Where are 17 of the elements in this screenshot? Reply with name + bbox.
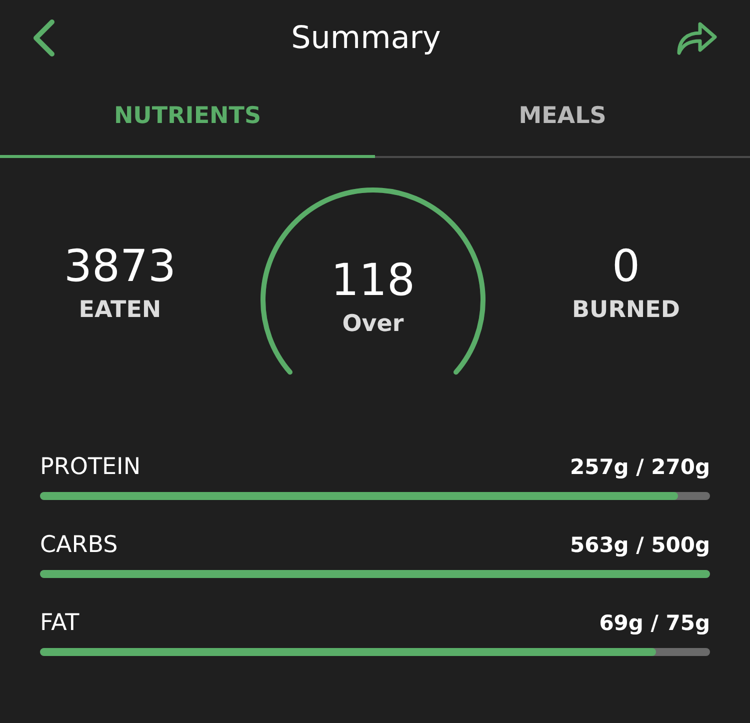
eaten-value: 3873	[64, 242, 176, 292]
screen-title: Summary	[291, 20, 441, 56]
macro-reading: 563g / 500g	[570, 533, 710, 557]
tab[interactable]: MEALS	[375, 76, 750, 158]
macro-name: CARBS	[40, 532, 118, 558]
back-icon[interactable]	[32, 19, 56, 57]
macro-name: PROTEIN	[40, 454, 141, 480]
macro-reading: 257g / 270g	[570, 455, 710, 479]
eaten-label: EATEN	[78, 297, 162, 324]
macro-name: FAT	[40, 610, 80, 636]
burned-value: 0	[612, 242, 640, 292]
share-icon[interactable]	[676, 20, 718, 56]
macro-reading: 69g / 75g	[599, 611, 710, 635]
burned-label: BURNED	[572, 297, 680, 324]
tab[interactable]: NUTRIENTS	[0, 76, 375, 158]
over-label: Over	[342, 311, 404, 338]
over-value: 118	[331, 257, 415, 306]
